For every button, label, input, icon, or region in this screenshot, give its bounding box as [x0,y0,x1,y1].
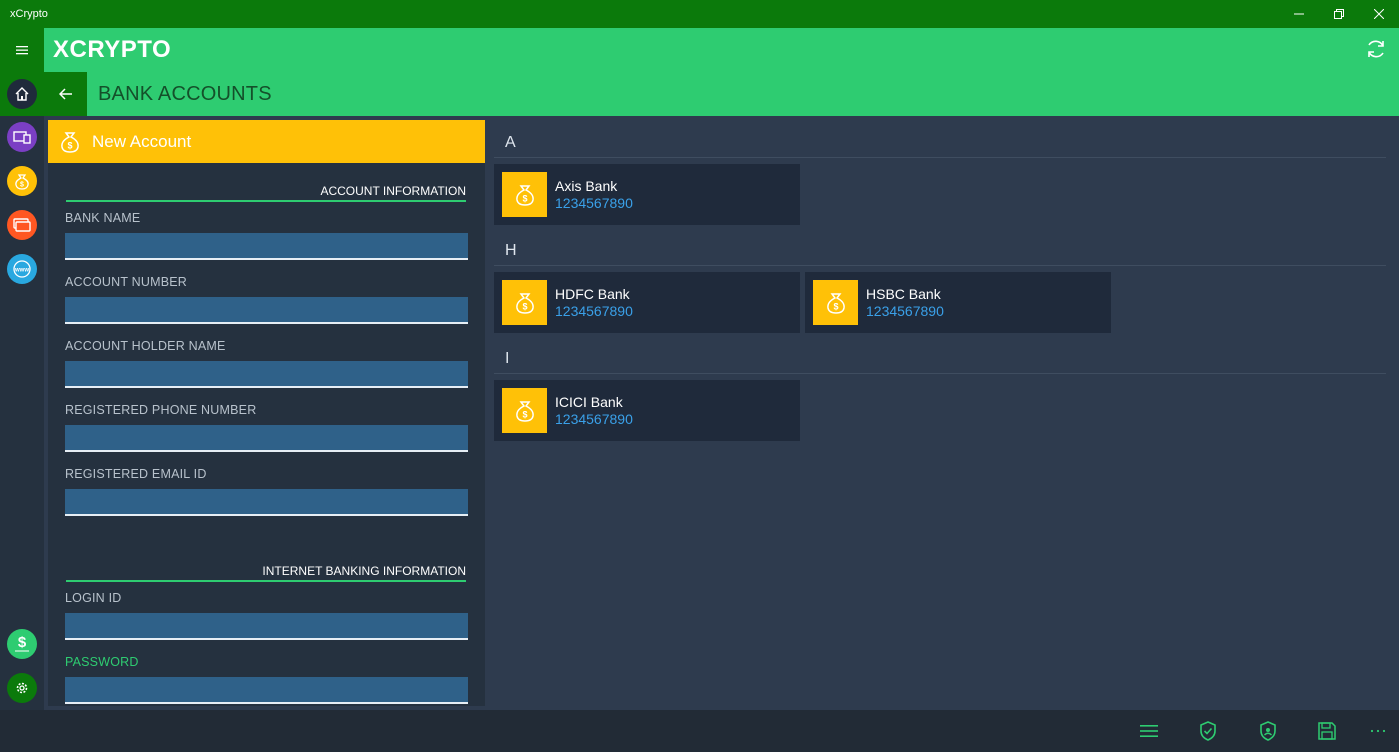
group-letter: H [505,242,517,259]
nav-home-button[interactable] [7,79,37,109]
account-holder-name-label: ACCOUNT HOLDER NAME [65,339,226,353]
group-header-a: A [494,122,1386,158]
close-icon [1374,9,1384,19]
more-button[interactable] [1367,720,1389,742]
money-bag-icon: $ [15,174,29,190]
internet-banking-heading: INTERNET BANKING INFORMATION [66,564,466,582]
window-titlebar: xCrypto [0,0,1399,28]
account-bank-name: ICICI Bank [555,394,623,410]
account-number-label: ACCOUNT NUMBER [65,275,188,289]
money-bag-icon: $ [515,400,534,422]
bank-name-label: BANK NAME [65,211,141,225]
account-card-icon: $ [813,280,858,325]
account-information-heading: ACCOUNT INFORMATION [66,184,466,202]
more-icon [1370,729,1386,733]
dollar-icon: $ [14,634,30,652]
svg-text:$: $ [20,182,24,189]
hamburger-icon [16,46,28,55]
account-number: 1234567890 [866,303,944,319]
restore-button[interactable] [1319,0,1359,28]
account-card-hsbc[interactable]: $ HSBC Bank 1234567890 [805,272,1111,333]
svg-text:www: www [14,268,29,274]
nav-donate-button[interactable]: $ [7,629,37,659]
form-header: $ New Account [48,120,485,163]
app-logo: XCRYPTO [53,36,172,63]
form-title: New Account [92,131,192,151]
settings-icon [16,682,28,694]
account-bank-name: Axis Bank [555,178,618,194]
security-button[interactable] [1257,720,1279,742]
verify-button[interactable] [1197,720,1219,742]
minimize-button[interactable] [1279,0,1319,28]
nav-settings-button[interactable] [7,673,37,703]
email-id-input[interactable] [65,489,468,516]
hamburger-button[interactable] [0,28,44,72]
nav-devices-button[interactable] [7,122,37,152]
list-button[interactable] [1138,720,1160,742]
email-id-label: REGISTERED EMAIL ID [65,467,207,481]
group-letter: I [505,350,510,367]
svg-text:$: $ [522,301,527,311]
account-number: 1234567890 [555,303,633,319]
page-header: BANK ACCOUNTS [44,72,1399,116]
refresh-icon[interactable] [1365,38,1387,60]
shield-icon [1260,721,1276,741]
device-icon [13,131,31,144]
window-controls [1279,0,1399,28]
account-number: 1234567890 [555,411,633,427]
back-button[interactable] [44,72,87,116]
restore-icon [1334,9,1344,19]
money-bag-icon: $ [61,131,79,153]
nav-websites-button[interactable]: www [7,254,37,284]
svg-text:$: $ [522,193,527,203]
page-title: BANK ACCOUNTS [98,83,272,105]
account-holder-name-input[interactable] [65,361,468,388]
minimize-icon [1294,13,1304,15]
group-letter: A [505,134,516,151]
nav-bank-accounts-button[interactable]: $ [7,166,37,196]
phone-number-input[interactable] [65,425,468,452]
account-card-icon: $ [502,388,547,433]
money-bag-icon: $ [826,292,845,314]
account-bank-name: HDFC Bank [555,286,630,302]
account-card-icici[interactable]: $ ICICI Bank 1234567890 [494,380,800,441]
close-button[interactable] [1359,0,1399,28]
group-header-i: I [494,338,1386,374]
home-icon [15,87,29,101]
www-icon: www [13,260,31,278]
svg-text:$: $ [18,634,27,651]
account-bank-name: HSBC Bank [866,286,941,302]
account-number-input[interactable] [65,297,468,324]
accounts-list: A $ Axis Bank 1234567890 H $ HDFC Bank 1… [490,120,1395,706]
account-card-hdfc[interactable]: $ HDFC Bank 1234567890 [494,272,800,333]
window-title: xCrypto [10,8,48,20]
account-card-icon: $ [502,280,547,325]
bank-name-input[interactable] [65,233,468,260]
login-id-input[interactable] [65,613,468,640]
app-header: XCRYPTO [44,28,1399,72]
group-header-h: H [494,230,1386,266]
account-number: 1234567890 [555,195,633,211]
login-id-label: LOGIN ID [65,591,122,605]
new-account-form: $ New Account ACCOUNT INFORMATION BANK N… [48,120,485,706]
money-bag-icon: $ [515,184,534,206]
save-button[interactable] [1316,720,1338,742]
svg-text:$: $ [833,301,838,311]
shield-check-icon [1200,721,1216,741]
svg-text:$: $ [67,140,72,150]
bottom-app-bar [0,710,1399,752]
back-arrow-icon [58,88,72,100]
account-card-icon: $ [502,172,547,217]
cards-icon [13,218,31,232]
save-icon [1318,722,1336,740]
list-icon [1140,725,1158,737]
svg-text:$: $ [522,409,527,419]
money-bag-icon: $ [515,292,534,314]
nav-cards-button[interactable] [7,210,37,240]
nav-rail: $ www $ [0,72,44,710]
account-card-axis[interactable]: $ Axis Bank 1234567890 [494,164,800,225]
password-input[interactable] [65,677,468,704]
password-label: PASSWORD [65,655,139,669]
phone-number-label: REGISTERED PHONE NUMBER [65,403,257,417]
